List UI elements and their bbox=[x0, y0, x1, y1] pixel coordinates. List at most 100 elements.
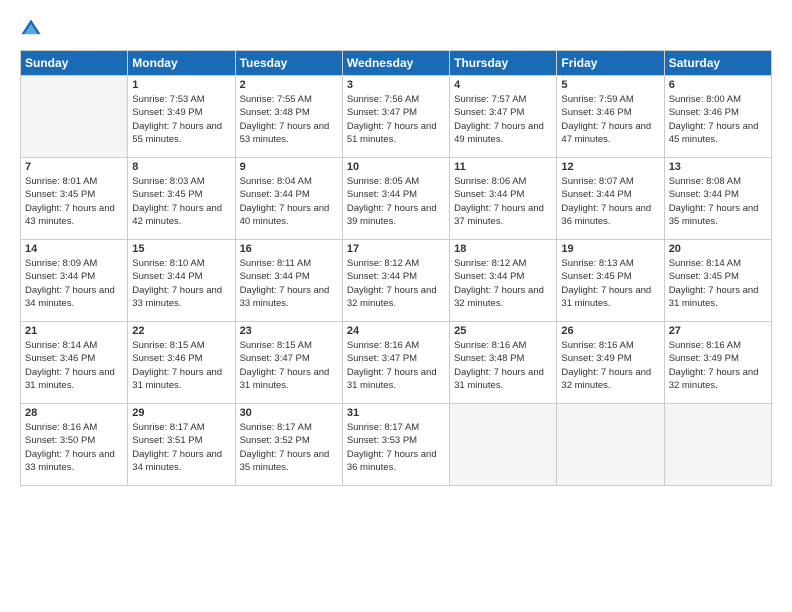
daylight-label: Daylight: 7 hours and 42 minutes. bbox=[132, 203, 222, 227]
calendar-cell bbox=[557, 404, 664, 486]
sunrise-label: Sunrise: 8:14 AM bbox=[669, 258, 741, 269]
daylight-label: Daylight: 7 hours and 35 minutes. bbox=[669, 203, 759, 227]
sunset-label: Sunset: 3:46 PM bbox=[25, 353, 95, 364]
day-info: Sunrise: 7:56 AM Sunset: 3:47 PM Dayligh… bbox=[347, 93, 445, 146]
sunset-label: Sunset: 3:46 PM bbox=[669, 107, 739, 118]
sunset-label: Sunset: 3:48 PM bbox=[240, 107, 310, 118]
daylight-label: Daylight: 7 hours and 51 minutes. bbox=[347, 121, 437, 145]
calendar-cell: 12 Sunrise: 8:07 AM Sunset: 3:44 PM Dayl… bbox=[557, 158, 664, 240]
sunrise-label: Sunrise: 8:05 AM bbox=[347, 176, 419, 187]
daylight-label: Daylight: 7 hours and 39 minutes. bbox=[347, 203, 437, 227]
calendar-week-2: 7 Sunrise: 8:01 AM Sunset: 3:45 PM Dayli… bbox=[21, 158, 772, 240]
sunrise-label: Sunrise: 8:16 AM bbox=[25, 422, 97, 433]
calendar-cell: 8 Sunrise: 8:03 AM Sunset: 3:45 PM Dayli… bbox=[128, 158, 235, 240]
day-number: 19 bbox=[561, 243, 659, 255]
calendar-cell: 7 Sunrise: 8:01 AM Sunset: 3:45 PM Dayli… bbox=[21, 158, 128, 240]
day-number: 10 bbox=[347, 161, 445, 173]
sunrise-label: Sunrise: 8:09 AM bbox=[25, 258, 97, 269]
calendar-cell: 28 Sunrise: 8:16 AM Sunset: 3:50 PM Dayl… bbox=[21, 404, 128, 486]
sunset-label: Sunset: 3:48 PM bbox=[454, 353, 524, 364]
day-info: Sunrise: 8:12 AM Sunset: 3:44 PM Dayligh… bbox=[454, 257, 552, 310]
calendar-week-4: 21 Sunrise: 8:14 AM Sunset: 3:46 PM Dayl… bbox=[21, 322, 772, 404]
header bbox=[20, 18, 772, 40]
weekday-tuesday: Tuesday bbox=[235, 51, 342, 76]
daylight-label: Daylight: 7 hours and 45 minutes. bbox=[669, 121, 759, 145]
calendar-cell: 30 Sunrise: 8:17 AM Sunset: 3:52 PM Dayl… bbox=[235, 404, 342, 486]
day-info: Sunrise: 8:13 AM Sunset: 3:45 PM Dayligh… bbox=[561, 257, 659, 310]
daylight-label: Daylight: 7 hours and 37 minutes. bbox=[454, 203, 544, 227]
sunset-label: Sunset: 3:53 PM bbox=[347, 435, 417, 446]
day-info: Sunrise: 8:16 AM Sunset: 3:49 PM Dayligh… bbox=[669, 339, 767, 392]
sunset-label: Sunset: 3:51 PM bbox=[132, 435, 202, 446]
sunrise-label: Sunrise: 7:59 AM bbox=[561, 94, 633, 105]
sunset-label: Sunset: 3:45 PM bbox=[561, 271, 631, 282]
calendar-cell: 29 Sunrise: 8:17 AM Sunset: 3:51 PM Dayl… bbox=[128, 404, 235, 486]
day-number: 18 bbox=[454, 243, 552, 255]
sunset-label: Sunset: 3:47 PM bbox=[454, 107, 524, 118]
daylight-label: Daylight: 7 hours and 32 minutes. bbox=[669, 367, 759, 391]
day-number: 2 bbox=[240, 79, 338, 91]
daylight-label: Daylight: 7 hours and 36 minutes. bbox=[561, 203, 651, 227]
daylight-label: Daylight: 7 hours and 33 minutes. bbox=[132, 285, 222, 309]
daylight-label: Daylight: 7 hours and 31 minutes. bbox=[561, 285, 651, 309]
day-number: 17 bbox=[347, 243, 445, 255]
sunset-label: Sunset: 3:45 PM bbox=[132, 189, 202, 200]
calendar-cell: 4 Sunrise: 7:57 AM Sunset: 3:47 PM Dayli… bbox=[450, 76, 557, 158]
calendar-cell bbox=[664, 404, 771, 486]
day-info: Sunrise: 7:57 AM Sunset: 3:47 PM Dayligh… bbox=[454, 93, 552, 146]
day-info: Sunrise: 8:17 AM Sunset: 3:51 PM Dayligh… bbox=[132, 421, 230, 474]
sunset-label: Sunset: 3:52 PM bbox=[240, 435, 310, 446]
day-info: Sunrise: 8:16 AM Sunset: 3:50 PM Dayligh… bbox=[25, 421, 123, 474]
day-info: Sunrise: 8:03 AM Sunset: 3:45 PM Dayligh… bbox=[132, 175, 230, 228]
daylight-label: Daylight: 7 hours and 32 minutes. bbox=[561, 367, 651, 391]
calendar-body: 1 Sunrise: 7:53 AM Sunset: 3:49 PM Dayli… bbox=[21, 76, 772, 486]
day-number: 12 bbox=[561, 161, 659, 173]
daylight-label: Daylight: 7 hours and 31 minutes. bbox=[454, 367, 544, 391]
sunset-label: Sunset: 3:44 PM bbox=[454, 271, 524, 282]
calendar-cell: 25 Sunrise: 8:16 AM Sunset: 3:48 PM Dayl… bbox=[450, 322, 557, 404]
calendar-cell: 19 Sunrise: 8:13 AM Sunset: 3:45 PM Dayl… bbox=[557, 240, 664, 322]
calendar-cell: 24 Sunrise: 8:16 AM Sunset: 3:47 PM Dayl… bbox=[342, 322, 449, 404]
day-number: 5 bbox=[561, 79, 659, 91]
daylight-label: Daylight: 7 hours and 40 minutes. bbox=[240, 203, 330, 227]
sunset-label: Sunset: 3:49 PM bbox=[561, 353, 631, 364]
calendar-cell: 13 Sunrise: 8:08 AM Sunset: 3:44 PM Dayl… bbox=[664, 158, 771, 240]
sunset-label: Sunset: 3:49 PM bbox=[132, 107, 202, 118]
sunset-label: Sunset: 3:49 PM bbox=[669, 353, 739, 364]
sunrise-label: Sunrise: 8:03 AM bbox=[132, 176, 204, 187]
sunset-label: Sunset: 3:44 PM bbox=[240, 271, 310, 282]
logo-icon bbox=[20, 18, 42, 40]
sunrise-label: Sunrise: 8:07 AM bbox=[561, 176, 633, 187]
daylight-label: Daylight: 7 hours and 31 minutes. bbox=[669, 285, 759, 309]
day-info: Sunrise: 8:00 AM Sunset: 3:46 PM Dayligh… bbox=[669, 93, 767, 146]
daylight-label: Daylight: 7 hours and 32 minutes. bbox=[347, 285, 437, 309]
page: SundayMondayTuesdayWednesdayThursdayFrid… bbox=[0, 0, 792, 612]
daylight-label: Daylight: 7 hours and 35 minutes. bbox=[240, 449, 330, 473]
daylight-label: Daylight: 7 hours and 31 minutes. bbox=[132, 367, 222, 391]
day-info: Sunrise: 8:12 AM Sunset: 3:44 PM Dayligh… bbox=[347, 257, 445, 310]
daylight-label: Daylight: 7 hours and 33 minutes. bbox=[25, 449, 115, 473]
sunset-label: Sunset: 3:47 PM bbox=[240, 353, 310, 364]
sunrise-label: Sunrise: 7:56 AM bbox=[347, 94, 419, 105]
sunset-label: Sunset: 3:44 PM bbox=[25, 271, 95, 282]
sunrise-label: Sunrise: 8:15 AM bbox=[132, 340, 204, 351]
calendar-week-1: 1 Sunrise: 7:53 AM Sunset: 3:49 PM Dayli… bbox=[21, 76, 772, 158]
day-number: 8 bbox=[132, 161, 230, 173]
calendar-cell: 10 Sunrise: 8:05 AM Sunset: 3:44 PM Dayl… bbox=[342, 158, 449, 240]
sunrise-label: Sunrise: 8:11 AM bbox=[240, 258, 312, 269]
weekday-friday: Friday bbox=[557, 51, 664, 76]
day-info: Sunrise: 8:16 AM Sunset: 3:49 PM Dayligh… bbox=[561, 339, 659, 392]
day-info: Sunrise: 8:16 AM Sunset: 3:47 PM Dayligh… bbox=[347, 339, 445, 392]
calendar-cell: 3 Sunrise: 7:56 AM Sunset: 3:47 PM Dayli… bbox=[342, 76, 449, 158]
day-info: Sunrise: 8:10 AM Sunset: 3:44 PM Dayligh… bbox=[132, 257, 230, 310]
day-info: Sunrise: 8:01 AM Sunset: 3:45 PM Dayligh… bbox=[25, 175, 123, 228]
calendar-week-5: 28 Sunrise: 8:16 AM Sunset: 3:50 PM Dayl… bbox=[21, 404, 772, 486]
day-number: 27 bbox=[669, 325, 767, 337]
day-info: Sunrise: 8:17 AM Sunset: 3:53 PM Dayligh… bbox=[347, 421, 445, 474]
weekday-wednesday: Wednesday bbox=[342, 51, 449, 76]
sunset-label: Sunset: 3:47 PM bbox=[347, 107, 417, 118]
daylight-label: Daylight: 7 hours and 34 minutes. bbox=[132, 449, 222, 473]
calendar-cell: 27 Sunrise: 8:16 AM Sunset: 3:49 PM Dayl… bbox=[664, 322, 771, 404]
day-info: Sunrise: 8:14 AM Sunset: 3:46 PM Dayligh… bbox=[25, 339, 123, 392]
day-number: 15 bbox=[132, 243, 230, 255]
